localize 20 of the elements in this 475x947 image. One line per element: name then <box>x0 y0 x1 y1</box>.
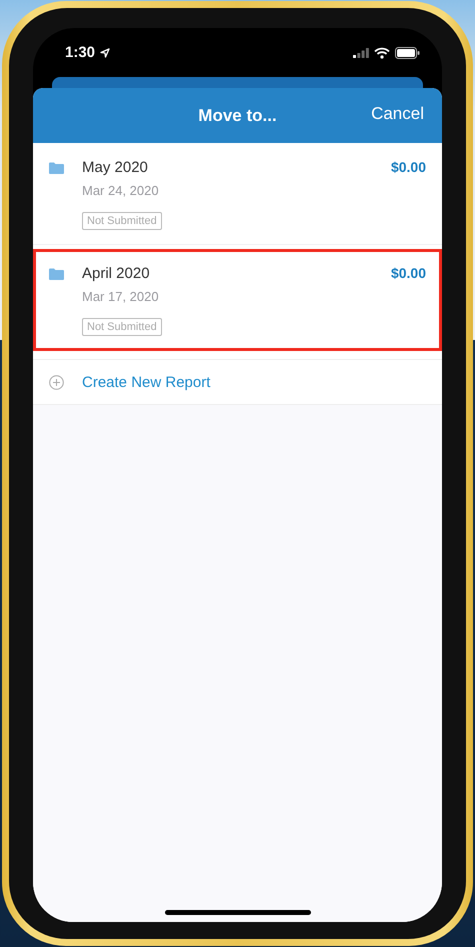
cancel-button[interactable]: Cancel <box>371 104 424 124</box>
signal-icon <box>353 47 369 58</box>
folder-icon <box>49 162 64 174</box>
report-amount: $0.00 <box>390 159 426 175</box>
create-report-button[interactable]: Create New Report <box>33 359 442 405</box>
status-time: 1:30 <box>65 44 96 61</box>
wifi-icon <box>374 46 390 58</box>
location-arrow-icon <box>100 48 110 58</box>
report-row[interactable]: April 2020 Mar 17, 2020 Not Submitted $0.00 <box>33 249 442 351</box>
report-name: May 2020 <box>82 159 148 176</box>
status-badge: Not Submitted <box>82 212 162 230</box>
report-amount: $0.00 <box>390 265 426 281</box>
report-date: Mar 17, 2020 <box>82 289 159 304</box>
folder-icon <box>49 268 64 280</box>
status-badge: Not Submitted <box>82 318 162 336</box>
plus-circle-icon <box>49 374 64 390</box>
battery-icon <box>395 46 420 58</box>
report-name: April 2020 <box>82 265 150 282</box>
sheet-title: Move to... <box>198 106 277 126</box>
report-date: Mar 24, 2020 <box>82 183 159 198</box>
